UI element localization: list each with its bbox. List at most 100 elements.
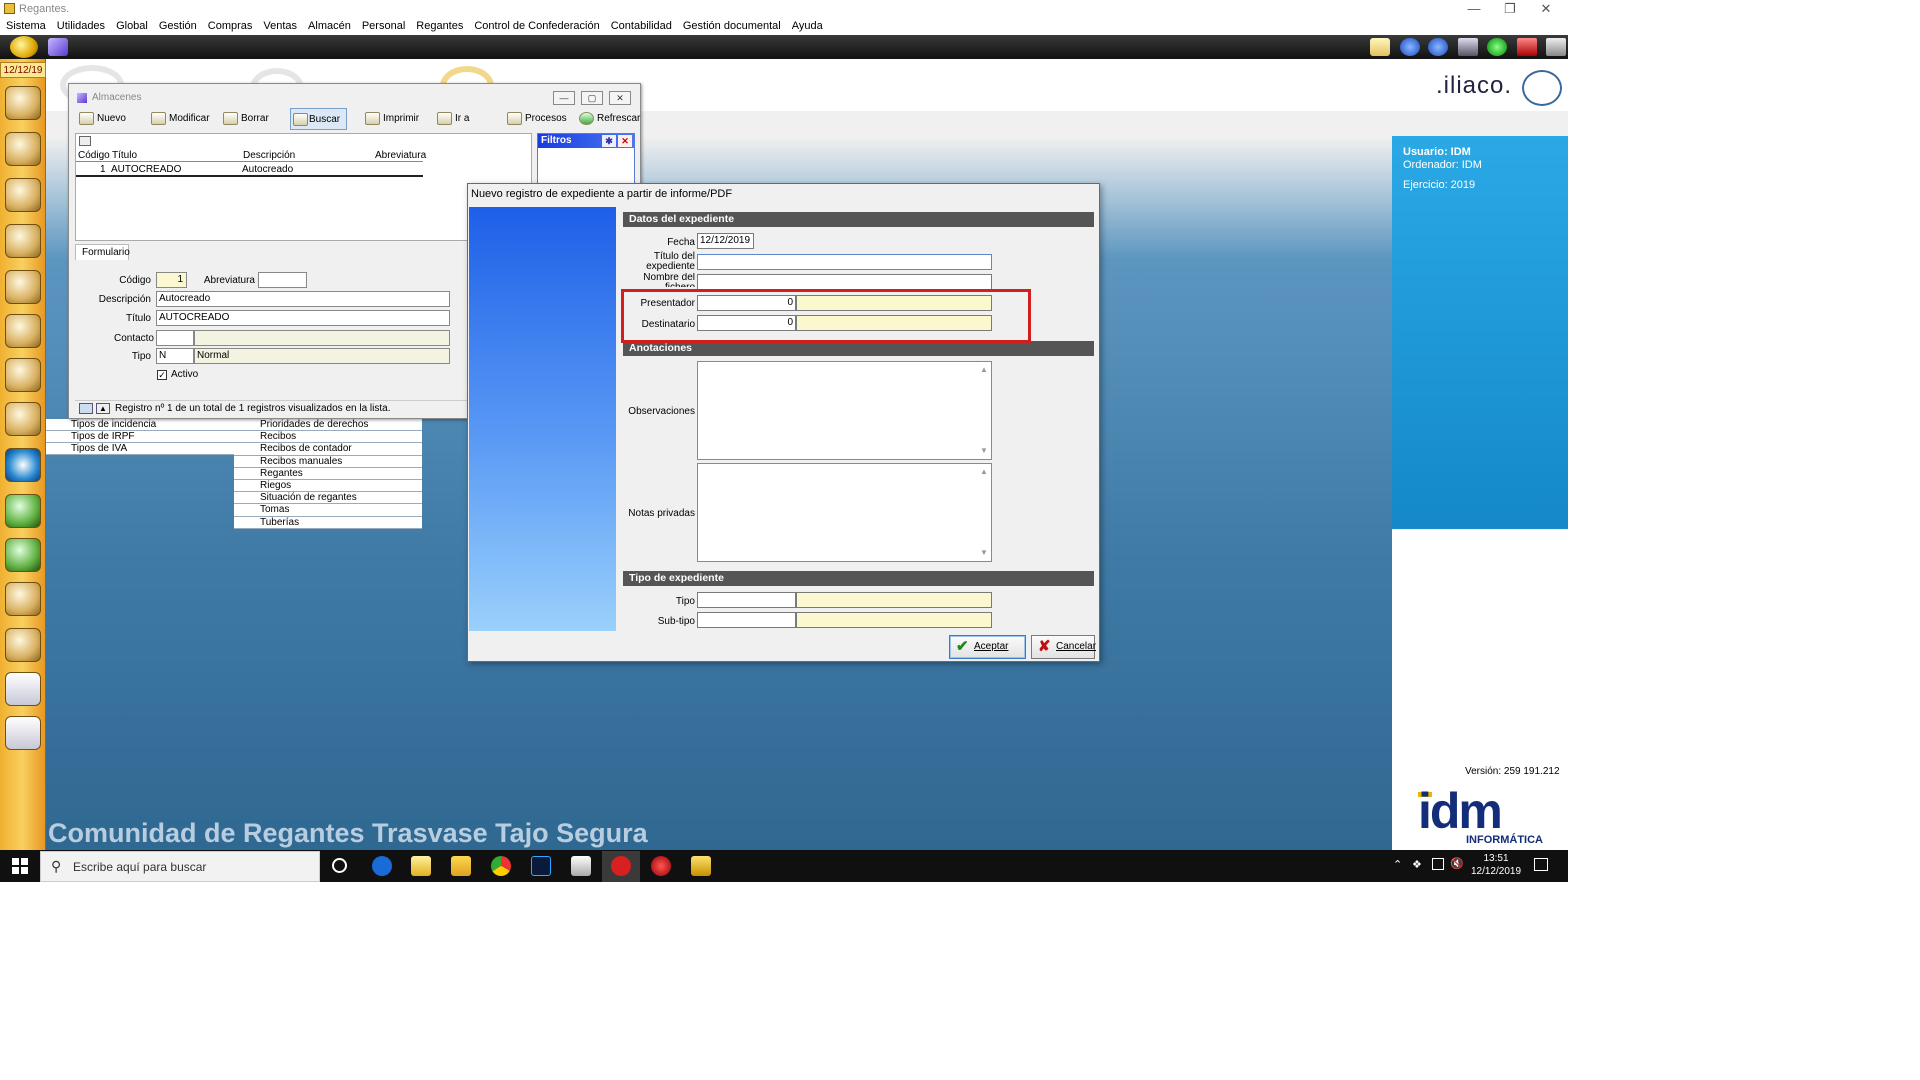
scroll-up-icon[interactable]: ▲ [979,365,989,375]
codigo-field[interactable]: 1 [156,272,187,288]
list-item[interactable]: Recibos [234,431,422,444]
tipo-code-field[interactable]: N [156,348,194,364]
notas-privadas-textarea[interactable]: ▲ ▼ [697,463,992,562]
taskbar-search-input[interactable]: ⚲ Escribe aquí para buscar [40,851,320,882]
titulo-expediente-field[interactable] [697,254,992,270]
minimize-icon[interactable]: — [553,91,575,105]
help-icon[interactable] [1487,38,1507,56]
menu-gestion[interactable]: Gestión [159,18,197,35]
menu-global[interactable]: Global [116,18,148,35]
fc-document-icon[interactable] [5,582,41,616]
table-row[interactable]: 1 AUTOCREADO Autocreado [76,163,423,177]
binary-db-icon[interactable] [5,270,41,304]
task-view-icon[interactable] [332,858,347,873]
user-a-icon[interactable] [5,132,41,166]
buscar-button[interactable]: Buscar [290,108,348,130]
yellow-app-icon[interactable] [691,856,711,876]
tab-formulario[interactable]: Formulario [75,244,130,260]
observaciones-textarea[interactable]: ▲ ▼ [697,361,992,460]
red-app-icon[interactable] [651,856,671,876]
rx-app-icon[interactable] [611,856,631,876]
nombre-fichero-field[interactable] [697,274,992,290]
tipo-code-field[interactable] [697,592,796,608]
notes-app-icon[interactable] [411,856,431,876]
chevron-up-icon[interactable]: ▲ [96,403,110,414]
window-list-icon[interactable] [1458,38,1478,56]
menu-sistema[interactable]: Sistema [6,18,46,35]
mail-icon[interactable] [1370,38,1390,56]
grid-toggle-icon[interactable] [79,403,93,414]
network-icon[interactable] [1432,858,1444,870]
menu-compras[interactable]: Compras [208,18,253,35]
fecha-field[interactable]: 12/12/2019 [697,233,754,249]
list-item[interactable]: Tipos de IVA [46,443,234,455]
wrench-icon[interactable] [5,402,41,436]
descripcion-field[interactable]: Autocreado [156,291,450,307]
file-explorer-icon[interactable] [451,856,471,876]
modificar-button[interactable]: Modificar [151,108,210,130]
abreviatura-field[interactable] [258,272,307,288]
contacto-code-field[interactable] [156,330,194,346]
back-arrow-icon[interactable] [1400,38,1420,56]
borrar-button[interactable]: Borrar [223,108,269,130]
ir-a-button[interactable]: Ir a [437,108,469,130]
edge-browser-icon[interactable] [372,856,392,876]
photoshop-icon[interactable] [531,856,551,876]
list-item[interactable]: Tomas [234,504,422,517]
subtipo-code-field[interactable] [697,612,796,628]
menu-ventas[interactable]: Ventas [263,18,297,35]
col-header-descripcion[interactable]: Descripción [243,150,295,161]
speaker-muted-icon[interactable]: 🔇 [1450,857,1464,870]
dropbox-icon[interactable]: ❖ [1412,858,1422,871]
taskbar-clock[interactable]: 13:51 12/12/2019 [1470,852,1522,878]
green-cube-alt-icon[interactable] [5,538,41,572]
user-alt-icon[interactable] [5,224,41,258]
activo-checkbox[interactable]: ✓ [157,370,167,380]
list-item[interactable]: Riegos [234,479,422,493]
col-header-abreviatura[interactable]: Abreviatura [375,150,426,161]
list-item[interactable]: Tipos de IRPF [46,431,234,443]
forward-arrow-icon[interactable] [1428,38,1448,56]
maximize-icon[interactable]: ▢ [581,91,603,105]
menu-almacen[interactable]: Almacén [308,18,351,35]
chrome-icon[interactable] [491,856,511,876]
col-header-titulo[interactable]: Título [112,150,137,161]
refrescar-button[interactable]: Refrescar [579,108,640,130]
list-item[interactable]: Regantes [234,467,422,480]
users-group-icon[interactable] [5,86,41,120]
nuevo-button[interactable]: Nuevo [79,108,126,130]
database-tools-icon[interactable] [5,314,41,348]
list-item[interactable]: Tuberías [234,516,422,529]
scroll-down-icon[interactable]: ▼ [979,446,989,456]
green-cube-icon[interactable] [5,494,41,528]
menu-gestion-documental[interactable]: Gestión documental [683,18,781,35]
chevron-up-icon[interactable]: ⌃ [1393,858,1402,871]
regantes-app-icon[interactable] [571,856,591,876]
home-orb-icon[interactable] [10,36,38,58]
close-icon[interactable]: ✕ [618,135,632,147]
titulo-field[interactable]: AUTOCREADO [156,310,450,326]
close-window-icon[interactable] [1517,38,1537,56]
user-icon[interactable] [5,178,41,212]
list-item[interactable]: Recibos de contador [234,443,422,456]
menu-regantes[interactable]: Regantes [416,18,463,35]
menu-personal[interactable]: Personal [362,18,405,35]
scroll-down-icon[interactable]: ▼ [979,548,989,558]
col-header-codigo[interactable]: Código [78,150,110,161]
list-item[interactable]: Recibos manuales [234,455,422,468]
cancelar-button[interactable]: ✘ Cancelar [1031,635,1096,659]
sepa-icon[interactable] [5,448,41,482]
cube-icon[interactable] [48,38,68,56]
list-item[interactable]: Tipos de incidencia [46,419,234,431]
menu-control-confederacion[interactable]: Control de Confederación [474,18,599,35]
procesos-button[interactable]: Procesos [507,108,567,130]
imprimir-button[interactable]: Imprimir [365,108,419,130]
report-list-icon[interactable] [5,672,41,706]
close-all-icon[interactable] [1546,38,1566,56]
orange-folder-icon[interactable] [5,628,41,662]
aceptar-button[interactable]: ✔ Aceptar [949,635,1026,659]
close-icon[interactable]: ✕ [609,91,631,105]
menu-ayuda[interactable]: Ayuda [792,18,823,35]
close-icon[interactable]: ✕ [1524,1,1568,17]
list-item[interactable]: Situación de regantes [234,492,422,505]
